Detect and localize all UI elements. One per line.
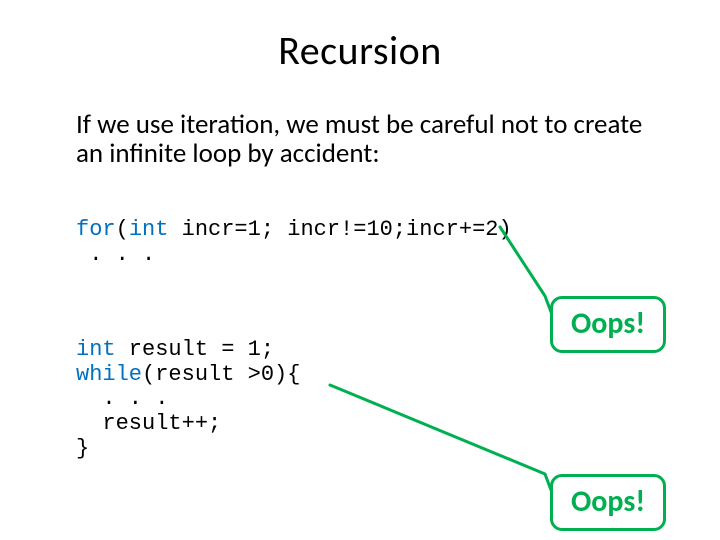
slide: Recursion If we use iteration, we must b… [0, 0, 720, 540]
code-text: . . . [76, 242, 155, 267]
keyword-int: int [76, 337, 116, 362]
code-text: incr=1; incr!=10;incr+=2) [168, 217, 511, 242]
code-text: ( [116, 217, 129, 242]
code-block-for: for(int incr=1; incr!=10;incr+=2) . . . [76, 218, 512, 267]
body-text: If we use iteration, we must be careful … [76, 110, 651, 168]
code-text: result = 1; [116, 337, 274, 362]
code-text: (result >0){ [142, 362, 300, 387]
code-text: result++; [76, 411, 221, 436]
code-block-while: int result = 1; while(result >0){ . . . … [76, 338, 300, 461]
code-text: } [76, 436, 89, 461]
keyword-for: for [76, 217, 116, 242]
page-title: Recursion [0, 26, 720, 75]
keyword-int: int [129, 217, 169, 242]
callout-oops-2: Oops! [550, 474, 666, 531]
keyword-while: while [76, 362, 142, 387]
code-text: . . . [76, 386, 168, 411]
callout-oops-1: Oops! [550, 296, 666, 353]
